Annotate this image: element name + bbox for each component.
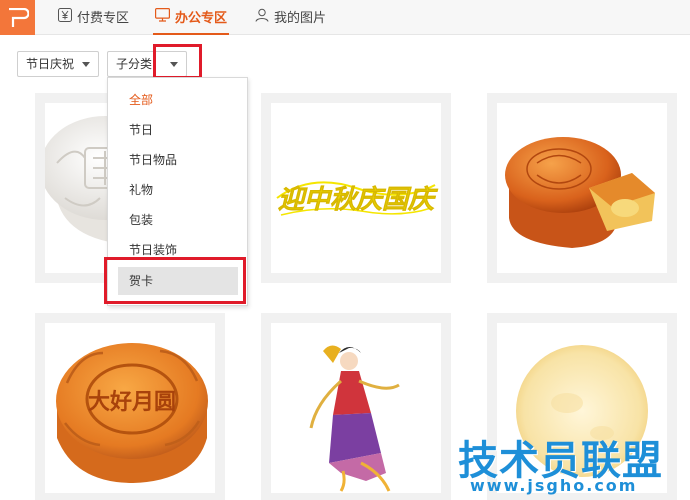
tab-office-label: 办公专区 [175,10,228,25]
dropdown-item-festival-goods[interactable]: 节日物品 [109,146,246,174]
change-figure-image [271,323,441,493]
tab-paid-zone[interactable]: 付费专区 [58,0,129,35]
user-icon [255,0,269,35]
annotation-highlight-box [153,44,202,79]
watermark-url: www.jsgho.com [470,476,638,495]
svg-text:迎中秋庆国庆: 迎中秋庆国庆 [278,185,438,215]
top-bar: 付费专区 办公专区 我的图片 [0,0,690,35]
logo-mark-icon [9,8,29,27]
tab-mine-label: 我的图片 [274,10,327,25]
festival-category-select[interactable]: 节日庆祝 [17,51,99,77]
dropdown-item-packaging[interactable]: 包装 [109,206,246,234]
dropdown-item-festival[interactable]: 节日 [109,116,246,144]
monitor-icon [155,0,171,35]
annotation-highlight-box [104,257,246,304]
svg-text:大好月圆: 大好月圆 [88,389,176,415]
tab-office-zone[interactable]: 办公专区 [152,0,230,35]
image-card[interactable] [487,93,677,283]
image-card[interactable] [261,313,451,500]
yen-icon [58,0,72,35]
app-logo[interactable] [0,0,35,35]
chevron-down-icon [82,62,90,67]
subcategory-value: 子分类 [116,57,153,71]
festival-greeting-image: 迎中秋庆国庆 [271,103,441,273]
image-card[interactable]: 迎中秋庆国庆 [261,93,451,283]
festival-category-value: 节日庆祝 [26,57,75,71]
sliced-mooncake-image [497,103,667,273]
tab-paid-label: 付费专区 [77,10,130,25]
image-card[interactable]: 大好月圆 [35,313,225,500]
golden-mooncake-image: 大好月圆 [45,323,215,493]
dropdown-item-gifts[interactable]: 礼物 [109,176,246,204]
tab-my-pictures[interactable]: 我的图片 [255,0,326,35]
dropdown-item-all[interactable]: 全部 [109,86,246,114]
